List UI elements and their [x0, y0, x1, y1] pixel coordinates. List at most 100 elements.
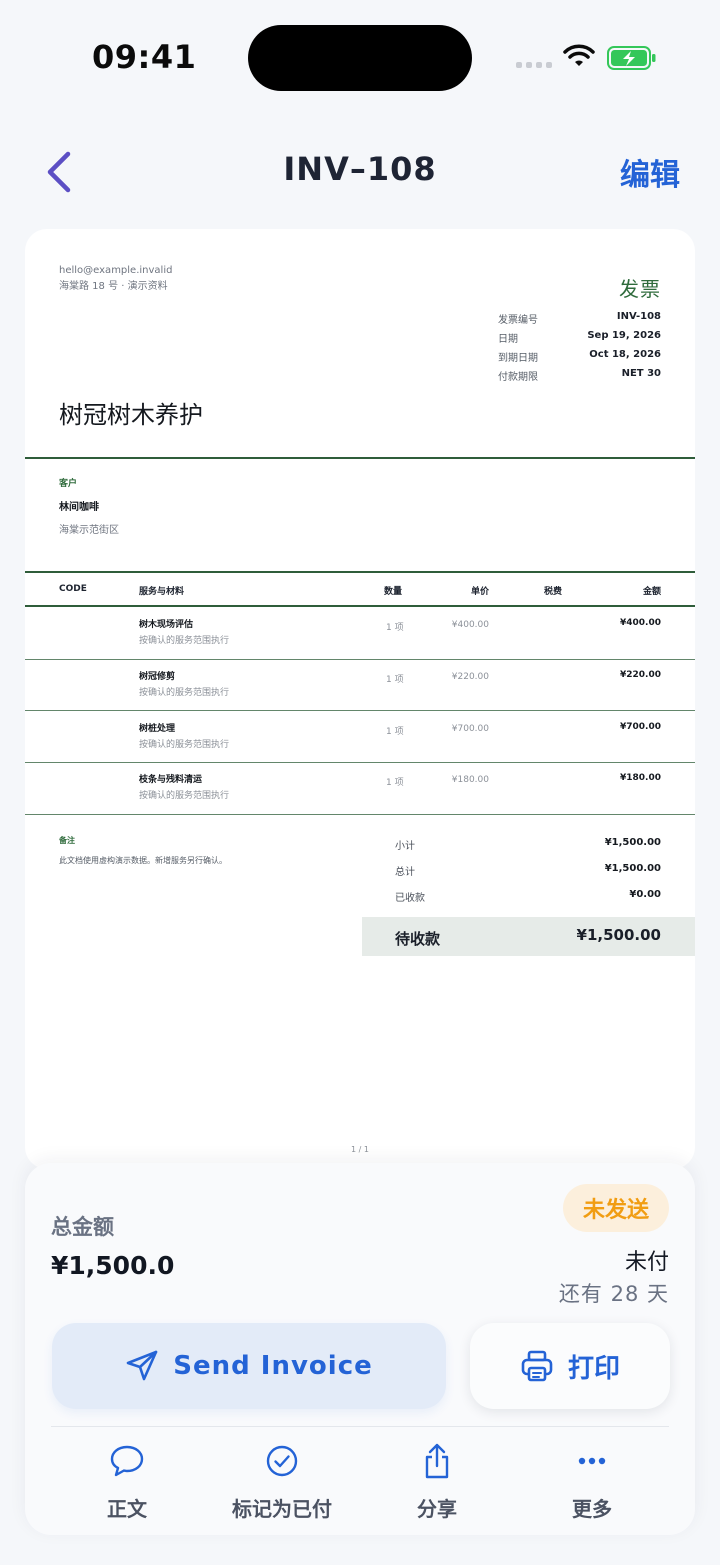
client-address: 海棠示范街区 [59, 525, 119, 536]
column-header-tax: 税费 [544, 587, 563, 597]
cellular-signal-icon [516, 62, 552, 68]
meta-label: 日期 [498, 334, 518, 345]
column-header-service: 服务与材料 [139, 587, 185, 597]
status-badge: 未发送 [563, 1184, 669, 1232]
tab-label: 标记为已付 [232, 1497, 332, 1521]
check-circle-icon [266, 1445, 298, 1477]
table-row: 枝条与残料清运 按确认的服务范围执行 1 项 ¥180.00 ¥180.00 [25, 762, 695, 814]
client-label: 客户 [59, 479, 78, 489]
table-row: 树冠修剪 按确认的服务范围执行 1 项 ¥220.00 ¥220.00 [25, 659, 695, 711]
meta-value: NET 30 [621, 368, 661, 379]
tab-label: 正文 [107, 1497, 147, 1521]
item-unit-price: ¥220.00 [451, 672, 489, 682]
invoice-action-sheet: 总金额 ¥1,500.0 未发送 未付 还有 28 天 Send Invoice… [25, 1163, 695, 1535]
meta-label: 发票编号 [498, 315, 538, 326]
divider [51, 1426, 669, 1427]
item-quantity: 1 项 [386, 778, 404, 788]
meta-value: Oct 18, 2026 [589, 349, 661, 360]
sender-email: hello@example.invalid [59, 265, 173, 276]
tab-label: 更多 [572, 1497, 612, 1521]
item-quantity: 1 项 [386, 675, 404, 685]
summary-total: 总计 ¥1,500.00 [395, 863, 661, 878]
share-icon [425, 1443, 449, 1479]
sender-address: 海棠路 18 号 · 演示资料 [59, 281, 168, 292]
item-description: 按确认的服务范围执行 [139, 791, 230, 801]
more-icon [578, 1457, 606, 1465]
item-name: 树冠修剪 [139, 672, 176, 682]
send-invoice-label: Send Invoice [173, 1351, 373, 1381]
item-description: 按确认的服务范围执行 [139, 688, 230, 698]
invoice-meta: 发票编号 INV-108 日期 Sep 19, 2026 到期日期 Oct 18, 2… [498, 311, 661, 387]
client-name: 林间咖啡 [59, 502, 99, 513]
meta-label: 到期日期 [498, 353, 538, 364]
column-header-unit-price: 单价 [470, 587, 489, 597]
meta-value: Sep 19, 2026 [587, 330, 661, 341]
sender-info: hello@example.invalid 海棠路 18 号 · 演示资料 [59, 263, 172, 295]
divider [25, 457, 695, 459]
summary-paid: 已收款 ¥0.00 [395, 889, 661, 904]
send-icon [126, 1350, 158, 1381]
summary-value: ¥1,500.00 [604, 837, 661, 848]
summary-value: ¥0.00 [629, 889, 661, 900]
summary-label: 已收款 [395, 893, 425, 904]
table-row: 树木现场评估 按确认的服务范围执行 1 项 ¥400.00 ¥400.00 [25, 607, 695, 659]
item-description: 按确认的服务范围执行 [139, 740, 230, 750]
balance-due-value: ¥1,500.00 [576, 926, 661, 944]
summary-label: 总计 [395, 867, 415, 878]
status-time: 09:41 [92, 38, 197, 76]
meta-row-due-date: 到期日期 Oct 18, 2026 [498, 349, 661, 368]
tab-share[interactable]: 分享 [362, 1441, 512, 1522]
tab-label: 分享 [417, 1497, 457, 1521]
item-description: 按确认的服务范围执行 [139, 636, 230, 646]
meta-row-date: 日期 Sep 19, 2026 [498, 330, 661, 349]
company-name: 树冠树木养护 [59, 401, 203, 429]
item-name: 枝条与残料清运 [139, 775, 203, 785]
meta-label: 付款期限 [498, 372, 538, 383]
tab-body[interactable]: 正文 [52, 1441, 202, 1522]
wifi-icon [563, 44, 595, 66]
notes-text: 此文档使用虚构演示数据。新增服务另行确认。 [59, 856, 227, 865]
page-number: 1 / 1 [351, 1145, 369, 1154]
table-row: 树桩处理 按确认的服务范围执行 1 项 ¥700.00 ¥700.00 [25, 711, 695, 763]
chat-bubble-icon [110, 1445, 144, 1477]
meta-row-number: 发票编号 INV-108 [498, 311, 661, 330]
days-remaining: 还有 28 天 [558, 1282, 669, 1306]
battery-charging-icon [607, 46, 656, 70]
tab-mark-paid[interactable]: 标记为已付 [207, 1441, 357, 1522]
item-amount: ¥180.00 [620, 773, 661, 783]
meta-value: INV-108 [616, 311, 661, 322]
meta-row-terms: 付款期限 NET 30 [498, 368, 661, 387]
column-header-amount: 金额 [642, 587, 661, 597]
item-amount: ¥400.00 [620, 618, 661, 628]
item-name: 树木现场评估 [139, 620, 194, 630]
tab-more[interactable]: 更多 [517, 1441, 667, 1522]
item-name: 树桩处理 [139, 724, 176, 734]
print-label: 打印 [567, 1353, 620, 1384]
divider [25, 571, 695, 573]
send-invoice-button[interactable]: Send Invoice [52, 1323, 446, 1409]
total-label: 总金额 [51, 1215, 114, 1239]
column-header-code: CODE [59, 584, 87, 594]
item-amount: ¥700.00 [620, 722, 661, 732]
edit-button[interactable]: 编辑 [620, 150, 680, 194]
page-title: INV–108 [283, 150, 437, 188]
printer-icon [521, 1350, 553, 1382]
document-title: 发票 [619, 277, 661, 301]
column-header-qty: 数量 [384, 587, 403, 597]
item-quantity: 1 项 [386, 727, 404, 737]
item-unit-price: ¥700.00 [451, 724, 489, 734]
balance-due-label: 待收款 [395, 930, 441, 948]
dynamic-island [248, 25, 472, 91]
item-quantity: 1 项 [386, 623, 404, 633]
summary-subtotal: 小计 ¥1,500.00 [395, 837, 661, 852]
payment-status: 未付 [624, 1250, 669, 1275]
summary-label: 小计 [395, 841, 415, 852]
total-value: ¥1,500.0 [51, 1251, 175, 1280]
print-button[interactable]: 打印 [470, 1323, 670, 1409]
notes-label: 备注 [59, 836, 75, 845]
summary-value: ¥1,500.00 [604, 863, 661, 874]
item-unit-price: ¥180.00 [451, 775, 489, 785]
balance-due: 待收款 ¥1,500.00 [362, 917, 695, 956]
item-unit-price: ¥400.00 [451, 620, 489, 630]
invoice-preview: hello@example.invalid 海棠路 18 号 · 演示资料 发票… [25, 229, 695, 1169]
